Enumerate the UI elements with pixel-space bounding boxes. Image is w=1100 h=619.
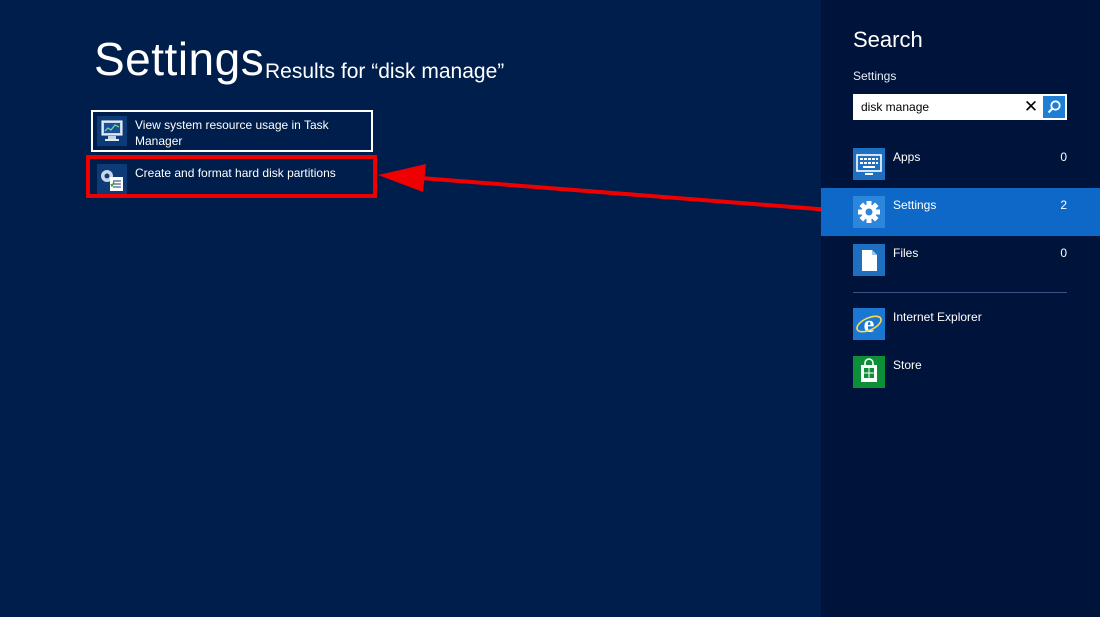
category-count: 2 [1060,198,1067,212]
result-label: View system resource usage in Task Manag… [135,118,329,148]
result-task-manager[interactable]: View system resource usage in Task Manag… [91,110,373,152]
page-title: Settings [94,33,265,85]
file-icon [853,244,885,276]
highlight-box [86,155,377,198]
search-scope-label: Settings [853,69,897,83]
app-label: Internet Explorer [893,310,982,324]
internet-explorer-icon: e [853,308,885,340]
category-count: 0 [1060,246,1067,260]
search-icon [1047,100,1061,114]
category-apps[interactable]: Apps 0 [821,140,1100,188]
search-input[interactable] [853,94,1026,120]
category-count: 0 [1060,150,1067,164]
category-settings[interactable]: Settings 2 [821,188,1100,236]
category-label: Apps [893,150,921,164]
search-results-panel [0,0,821,617]
results-for-label: Results for “disk manage” [265,60,505,83]
app-internet-explorer[interactable]: e Internet Explorer [821,300,1100,348]
store-icon [853,356,885,388]
app-label: Store [893,358,922,372]
apps-icon [853,148,885,180]
category-label: Settings [893,198,937,212]
category-label: Files [893,246,919,260]
category-files[interactable]: Files 0 [821,236,1100,284]
clear-icon[interactable]: ✕ [1020,94,1042,120]
charm-title: Search [853,27,923,52]
search-button[interactable] [1043,96,1065,118]
task-manager-icon [97,116,127,146]
gear-icon [853,196,885,228]
app-store[interactable]: Store [821,348,1100,396]
divider [853,292,1067,293]
search-box: ✕ [853,94,1067,120]
